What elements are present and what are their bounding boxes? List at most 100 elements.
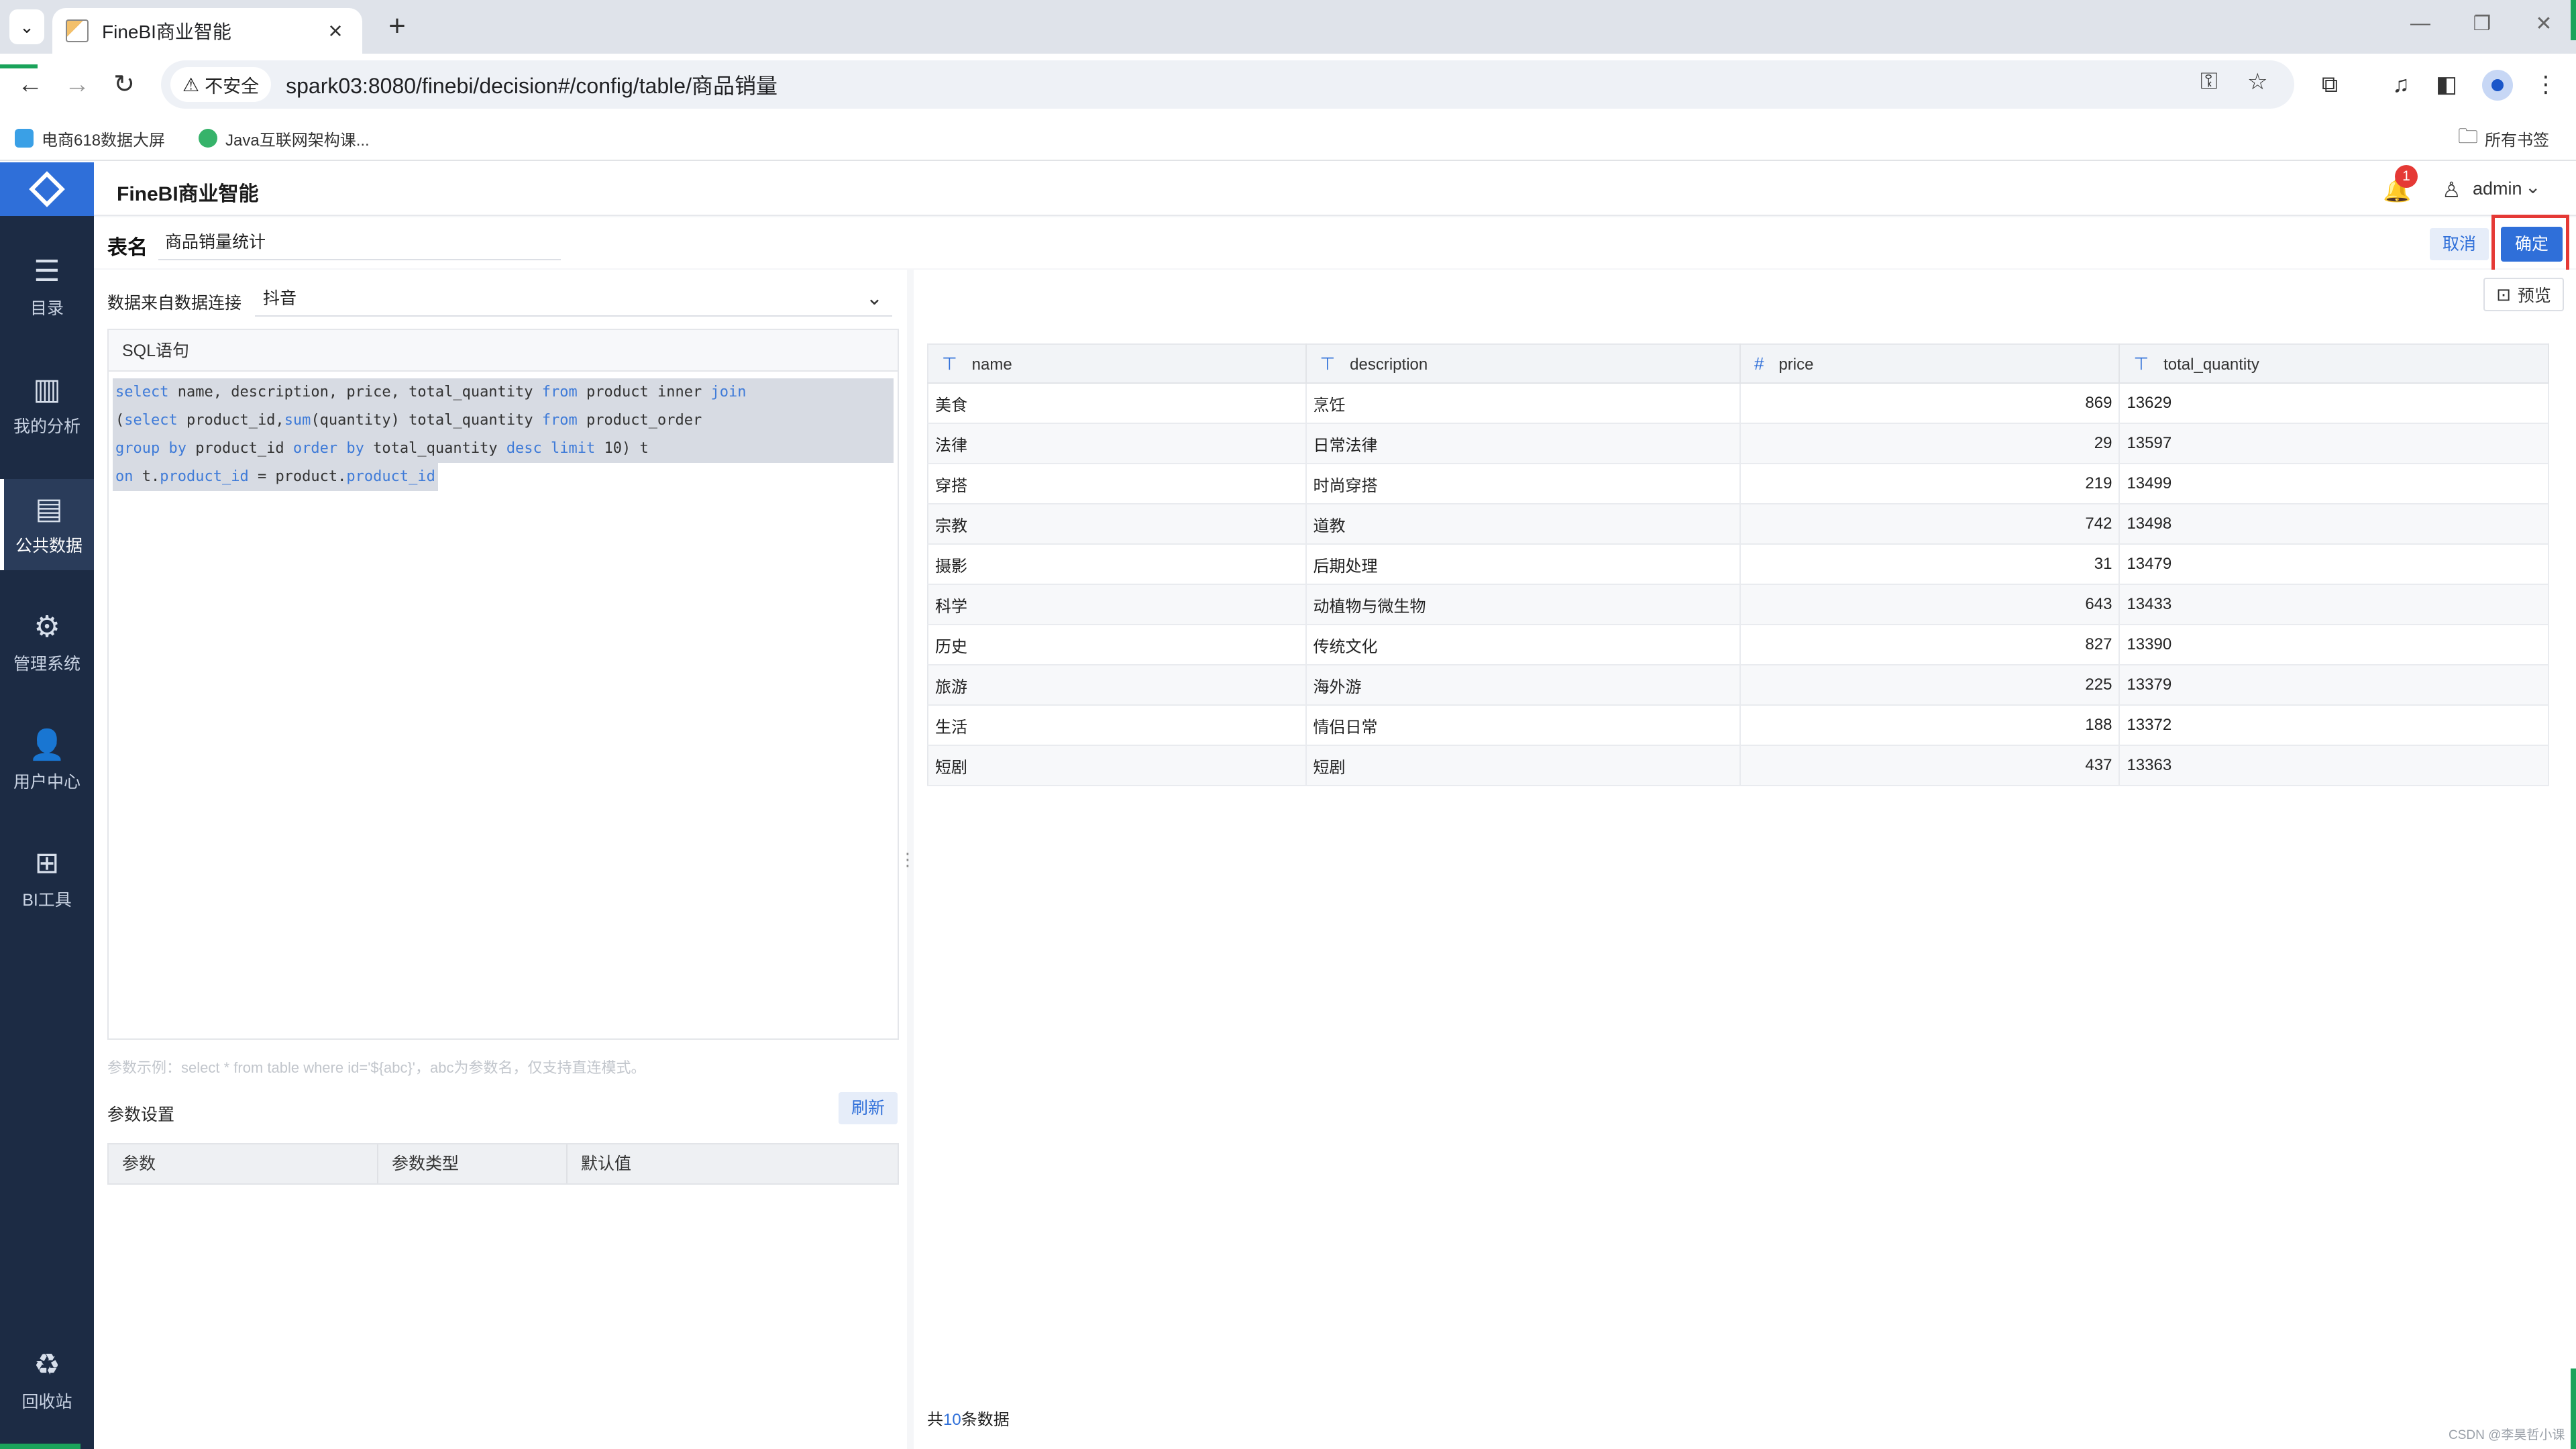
- sql-editor[interactable]: SQL语句 select name, description, price, t…: [107, 329, 899, 1040]
- finebi-logo[interactable]: [0, 162, 94, 216]
- bookmark-label: 电商618数据大屏: [42, 131, 166, 150]
- user-icon[interactable]: ♙: [2442, 177, 2461, 203]
- cell-description: 海外游: [1305, 665, 1741, 706]
- browser-tab[interactable]: FineBI商业智能 ×: [52, 8, 362, 54]
- user-name[interactable]: admin: [2473, 178, 2522, 199]
- cell-description: 情侣日常: [1305, 705, 1741, 746]
- cell-total-quantity: 13372: [2119, 705, 2549, 746]
- cell-name: 历史: [928, 625, 1307, 665]
- bookmark-item[interactable]: 电商618数据大屏: [15, 123, 165, 153]
- column-header-total-quantity[interactable]: ⊤ total_quantity: [2119, 344, 2549, 384]
- refresh-button[interactable]: 刷新: [839, 1092, 898, 1124]
- forward-icon[interactable]: →: [60, 68, 94, 102]
- sidebar-item-label: 目录: [30, 299, 64, 318]
- profile-avatar[interactable]: [2482, 70, 2513, 101]
- sidebar-item-label: BI工具: [22, 891, 72, 910]
- preview-panel: ⊡ 预览 ⊤ name ⊤ description # price ⊤ total_qu…: [914, 270, 2576, 1449]
- security-indicator[interactable]: ⚠ 不安全: [170, 67, 272, 102]
- cell-price: 29: [1739, 423, 2121, 464]
- cell-description: 后期处理: [1305, 544, 1741, 585]
- cell-total-quantity: 13390: [2119, 625, 2549, 665]
- cancel-button[interactable]: 取消: [2430, 228, 2489, 260]
- more-menu-icon[interactable]: ⋮: [2529, 68, 2563, 102]
- sidebar-item-label: 回收站: [21, 1393, 72, 1411]
- cell-description: 动植物与微生物: [1305, 584, 1741, 625]
- connection-select[interactable]: 抖音 ⌄: [255, 280, 892, 317]
- browser-tab-strip: ⌄ FineBI商业智能 × + — ❐ ✕: [0, 0, 2576, 54]
- cell-total-quantity: 13433: [2119, 584, 2549, 625]
- sidebar-item-bi-tools[interactable]: ⊞ BI工具: [0, 833, 94, 924]
- preview-label: 预览: [2517, 286, 2551, 305]
- media-icon[interactable]: ♫: [2384, 68, 2418, 102]
- decorative-corner: [2571, 0, 2576, 40]
- bookmark-item[interactable]: Java互联网架构课...: [199, 123, 370, 153]
- minimize-icon[interactable]: —: [2400, 12, 2440, 35]
- cell-total-quantity: 13498: [2119, 504, 2549, 545]
- sidebar-item-management[interactable]: ⚙ 管理系统: [0, 597, 94, 688]
- key-icon[interactable]: ⚿: [2200, 68, 2218, 95]
- text-type-icon: ⊤: [942, 353, 957, 374]
- new-tab-button[interactable]: +: [380, 9, 415, 44]
- side-panel-icon[interactable]: ◧: [2430, 68, 2463, 102]
- sidebar-item-catalog[interactable]: ☰ 目录: [0, 241, 94, 333]
- dashboard-icon: [15, 129, 34, 148]
- cell-total-quantity: 13363: [2119, 745, 2549, 786]
- sql-code[interactable]: select name, description, price, total_q…: [113, 378, 894, 491]
- table-row: 科学 动植物与微生物 643 13433: [928, 584, 2549, 625]
- cell-total-quantity: 13499: [2119, 464, 2549, 504]
- restore-icon[interactable]: ❐: [2462, 12, 2502, 36]
- window-close-icon[interactable]: ✕: [2524, 12, 2564, 36]
- reload-icon[interactable]: ↻: [107, 68, 141, 102]
- cell-name: 科学: [928, 584, 1307, 625]
- tab-title: FineBI商业智能: [102, 21, 231, 42]
- cell-name: 美食: [928, 383, 1307, 424]
- cell-description: 传统文化: [1305, 625, 1741, 665]
- preview-button[interactable]: ⊡ 预览: [2483, 278, 2564, 311]
- connection-value: 抖音: [263, 289, 297, 308]
- all-bookmarks[interactable]: 🗀 所有书签: [2458, 123, 2549, 153]
- sidebar-item-user-center[interactable]: 👤 用户中心: [0, 715, 94, 806]
- column-header-name[interactable]: ⊤ name: [928, 344, 1307, 384]
- param-col-name: 参数: [109, 1144, 378, 1183]
- folder-icon: 🗀: [2458, 125, 2478, 148]
- url-text[interactable]: spark03:8080/finebi/decision#/config/tab…: [286, 69, 777, 100]
- star-icon[interactable]: ☆: [2247, 68, 2267, 95]
- sidebar-item-recycle-bin[interactable]: ♻ 回收站: [0, 1335, 94, 1426]
- cell-price: 31: [1739, 544, 2121, 585]
- tab-search-button[interactable]: ⌄: [9, 9, 44, 44]
- back-icon[interactable]: ←: [13, 68, 47, 102]
- public-data-icon: ▤: [35, 492, 63, 525]
- row-count-value: 10: [943, 1411, 961, 1429]
- sidebar-item-public-data[interactable]: ▤ 公共数据: [0, 479, 94, 570]
- table-name-bar: 表名 取消 确定: [94, 215, 2576, 276]
- close-icon[interactable]: ×: [322, 17, 349, 45]
- bookmark-label: Java互联网架构课...: [225, 131, 370, 150]
- catalog-icon: ☰: [34, 255, 60, 288]
- column-header-description[interactable]: ⊤ description: [1305, 344, 1741, 384]
- security-label: 不安全: [205, 76, 260, 97]
- favicon-icon: [66, 19, 89, 42]
- table-row: 历史 传统文化 827 13390: [928, 625, 2549, 665]
- chevron-down-icon: ⌄: [19, 16, 34, 37]
- cell-name: 摄影: [928, 544, 1307, 585]
- table-row: 短剧 短剧 437 13363: [928, 745, 2549, 786]
- user-icon: 👤: [28, 729, 66, 761]
- number-type-icon: #: [1754, 353, 1764, 374]
- cell-name: 生活: [928, 705, 1307, 746]
- cell-name: 法律: [928, 423, 1307, 464]
- table-name-input[interactable]: [158, 223, 561, 260]
- confirm-button[interactable]: 确定: [2501, 227, 2563, 262]
- cell-description: 日常法律: [1305, 423, 1741, 464]
- chevron-down-icon[interactable]: ⌄: [2525, 176, 2540, 198]
- cell-price: 188: [1739, 705, 2121, 746]
- param-col-default: 默认值: [581, 1155, 632, 1173]
- address-bar[interactable]: ⚠ 不安全 spark03:8080/finebi/decision#/conf…: [161, 60, 2294, 109]
- sidebar-item-my-analysis[interactable]: ▥ 我的分析: [0, 360, 94, 451]
- sidebar-item-label: 用户中心: [13, 773, 80, 792]
- cell-description: 烹饪: [1305, 383, 1741, 424]
- text-type-icon: ⊤: [1320, 353, 1336, 374]
- column-header-price[interactable]: # price: [1739, 344, 2121, 384]
- cell-total-quantity: 13479: [2119, 544, 2549, 585]
- extensions-icon[interactable]: ⧉: [2313, 68, 2347, 102]
- gear-icon: ⚙: [34, 610, 60, 643]
